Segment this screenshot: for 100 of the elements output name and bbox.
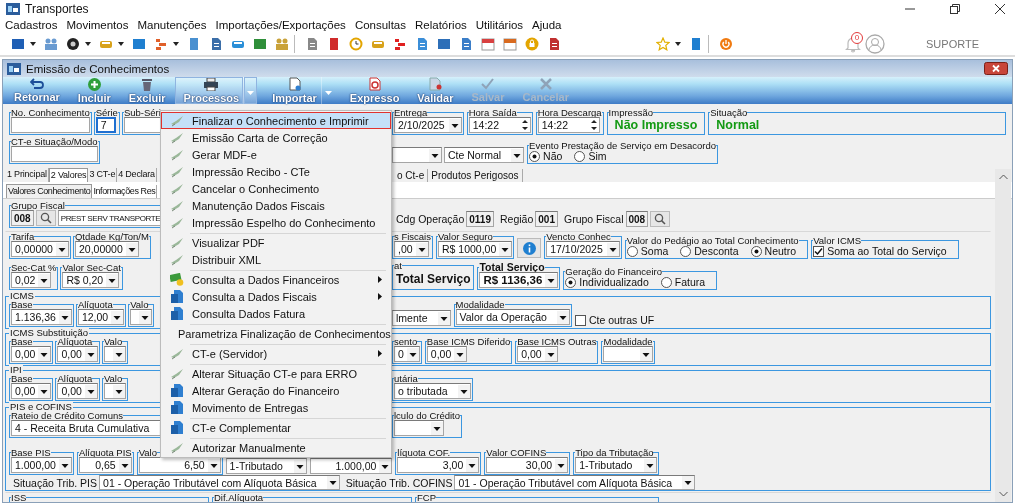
time-field[interactable]: 14:22 xyxy=(468,117,531,133)
menu-item[interactable]: Finalizar o Conhecimento e Imprimir xyxy=(161,112,391,129)
radio-button[interactable] xyxy=(626,245,638,257)
caret-icon[interactable] xyxy=(38,384,51,398)
radio-option[interactable]: Neutro xyxy=(750,245,797,257)
caret-icon[interactable] xyxy=(556,310,569,324)
menu-item[interactable]: Movimento de Entregas xyxy=(161,399,391,416)
amount-field[interactable]: 12,00 xyxy=(77,309,125,325)
dropdown[interactable] xyxy=(603,346,654,362)
info-button[interactable] xyxy=(517,238,542,258)
square-icon[interactable] xyxy=(187,36,201,51)
date-field[interactable]: 2/10/2025 xyxy=(394,117,462,133)
dropdown[interactable]: Cte Normal xyxy=(444,147,525,163)
caret-icon[interactable] xyxy=(640,347,653,361)
amount-field[interactable] xyxy=(103,383,126,399)
clock-icon[interactable] xyxy=(349,36,363,51)
dropdown[interactable]: 1-Tributado xyxy=(575,457,658,473)
caret-icon[interactable] xyxy=(511,148,524,162)
caret-icon[interactable] xyxy=(437,311,450,325)
amount-field[interactable]: R$ 1136,36 xyxy=(479,272,559,288)
caret-icon[interactable] xyxy=(84,347,97,361)
caret-icon[interactable] xyxy=(118,458,131,472)
caret-icon[interactable] xyxy=(406,347,419,361)
tab[interactable]: Informações Res xyxy=(92,185,158,198)
radio-button[interactable] xyxy=(565,276,577,288)
code-field[interactable]: 008 xyxy=(11,210,34,226)
menu-item[interactable]: Utilitários xyxy=(471,18,529,31)
radio-option[interactable]: Não xyxy=(529,150,563,162)
document-icon[interactable] xyxy=(415,36,429,51)
form-icon[interactable] xyxy=(459,36,473,51)
amount-field[interactable]: 0,00 xyxy=(517,346,558,362)
radio-option[interactable]: Fatura xyxy=(660,276,706,288)
caret-icon[interactable] xyxy=(84,384,97,398)
amount-field[interactable]: 0,00000 xyxy=(11,241,69,257)
amount-field[interactable]: ,00 xyxy=(394,241,429,257)
amount-field[interactable]: 0,00 xyxy=(426,346,468,362)
caret-icon[interactable] xyxy=(326,476,339,489)
radio-button[interactable] xyxy=(574,150,586,162)
radio-option[interactable]: Sim xyxy=(574,150,607,162)
caret-icon[interactable] xyxy=(139,310,152,324)
dropdown[interactable]: 01 - Operação Tributável com Alíquota Básica xyxy=(99,475,340,490)
search-button[interactable] xyxy=(650,211,671,227)
caret-icon[interactable] xyxy=(112,347,125,361)
radio-button[interactable] xyxy=(680,245,692,257)
caret-icon[interactable] xyxy=(294,459,307,473)
amount-field[interactable]: 0,65 xyxy=(78,457,132,473)
dropdown[interactable] xyxy=(394,420,444,436)
radio-button[interactable] xyxy=(750,245,762,257)
caret-icon[interactable] xyxy=(415,242,428,256)
dropdown-button[interactable] xyxy=(244,77,258,104)
menu-item[interactable]: Manutenção Dados Fiscais xyxy=(161,197,391,214)
caret-icon[interactable] xyxy=(555,458,568,472)
search-button[interactable] xyxy=(35,210,56,226)
checkbox-option[interactable]: Soma ao Total do Serviço xyxy=(813,245,947,257)
menu-item[interactable]: Distribuir XML xyxy=(161,251,391,268)
radio-option[interactable]: Individualizado xyxy=(565,276,649,288)
menu-item[interactable]: Movimentos xyxy=(62,18,134,31)
caret-icon[interactable] xyxy=(85,41,91,46)
amount-field[interactable]: 30,00 xyxy=(486,457,569,473)
radio-option[interactable]: Desconta xyxy=(680,245,739,257)
amount-field[interactable]: 1.000,00 xyxy=(310,458,393,474)
dropdown[interactable] xyxy=(392,147,442,163)
amount-field[interactable]: 1.136,36 xyxy=(11,309,72,325)
caret-icon[interactable] xyxy=(682,476,695,489)
text-field[interactable] xyxy=(11,146,98,162)
date-field[interactable]: 17/10/2025 xyxy=(546,241,620,257)
caret-icon[interactable] xyxy=(644,458,657,472)
menu-item[interactable]: Consulta Dados Fatura xyxy=(161,305,391,322)
star-icon[interactable] xyxy=(656,36,670,51)
document-icon[interactable] xyxy=(209,36,223,51)
menu-item[interactable]: Alterar Geração do Financeiro xyxy=(161,382,391,399)
caret-icon[interactable] xyxy=(173,41,179,46)
amount-field[interactable]: 20,00000 xyxy=(74,241,139,257)
text-field[interactable]: PREST SERV TRANSPORTE xyxy=(57,210,162,226)
caret-icon[interactable] xyxy=(379,459,392,473)
caret-icon[interactable] xyxy=(111,310,124,324)
restore-icon[interactable] xyxy=(950,3,960,14)
amount-field[interactable]: 1.000,00 xyxy=(11,457,72,473)
menu-item[interactable]: Impressão Recibo - CTe xyxy=(161,163,391,180)
dropdown[interactable]: o tributada xyxy=(394,383,471,399)
amount-field[interactable]: 0,02 xyxy=(11,272,52,288)
amount-field[interactable] xyxy=(130,309,153,325)
checkbox[interactable] xyxy=(574,314,586,326)
menu-item[interactable]: Impressão Espelho do Conhecimento xyxy=(161,214,391,231)
menu-item[interactable]: Cadastros xyxy=(1,18,63,31)
caret-icon[interactable] xyxy=(106,273,119,287)
chart-icon[interactable] xyxy=(154,36,168,51)
code-field[interactable]: 008 xyxy=(625,211,649,227)
caret-icon[interactable] xyxy=(30,41,36,46)
caret-icon[interactable] xyxy=(55,242,68,256)
amount-field[interactable]: 0,00 xyxy=(57,383,98,399)
caret-icon[interactable] xyxy=(38,273,51,287)
caret-icon[interactable] xyxy=(457,384,470,398)
radio-button[interactable] xyxy=(529,150,541,162)
caret-icon[interactable] xyxy=(448,118,461,132)
amount-field[interactable]: 0,00 xyxy=(11,346,52,362)
menu-item[interactable]: Relatórios xyxy=(411,18,472,31)
menu-item[interactable]: Ajuda xyxy=(528,18,567,31)
caret-icon[interactable] xyxy=(606,242,619,256)
caret-icon[interactable] xyxy=(545,273,558,287)
